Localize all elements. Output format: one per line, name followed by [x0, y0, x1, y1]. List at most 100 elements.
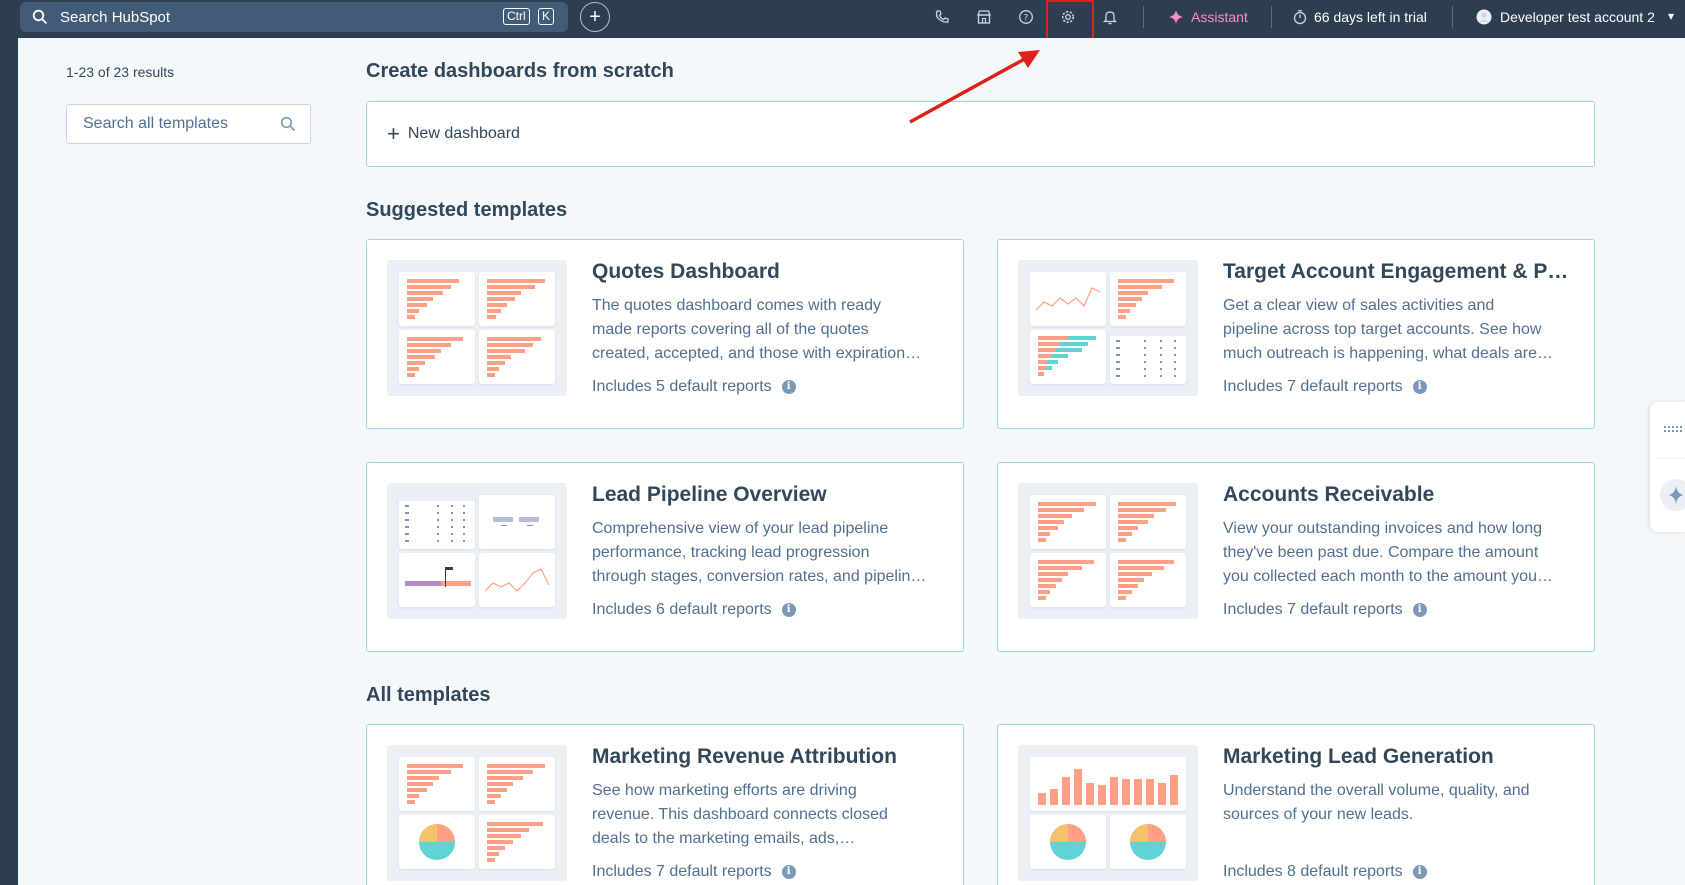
template-card-target-account[interactable]: Target Account Engagement & Pi… Get a cl… [997, 239, 1595, 429]
card-report-count: Includes 8 default reports i [1223, 863, 1427, 881]
template-thumbnail [387, 483, 567, 619]
mini-table [1110, 330, 1186, 384]
assistant-button[interactable]: Assistant [1191, 9, 1248, 25]
notifications-icon[interactable] [1100, 7, 1120, 27]
template-card-accounts-receivable[interactable]: Accounts Receivable View your outstandin… [997, 462, 1595, 652]
create-new-button[interactable]: + [580, 2, 610, 32]
card-description-line: Comprehensive view of your lead pipeline [592, 520, 889, 537]
plus-icon: + [387, 121, 400, 146]
template-thumbnail [1018, 260, 1198, 396]
template-thumbnail [1018, 483, 1198, 619]
card-description: Get a clear view of sales activities and… [1223, 294, 1573, 366]
mini-pie-chart [1030, 815, 1106, 869]
kbd-k: K [538, 8, 555, 25]
mini-bar-chart [479, 757, 555, 811]
nav-divider [1452, 6, 1453, 28]
card-title: Marketing Lead Generation [1223, 745, 1494, 768]
card-description-line: much outreach is happening, what deals a… [1223, 345, 1553, 362]
mini-kpi-chart [479, 495, 555, 549]
mini-bar-chart [1030, 553, 1106, 607]
mini-line-chart [1030, 272, 1106, 326]
mini-line-chart [479, 553, 555, 607]
mini-bar-chart [1110, 553, 1186, 607]
marketplace-icon[interactable] [974, 7, 994, 27]
mini-bar-chart [479, 330, 555, 384]
section-title-scratch: Create dashboards from scratch [366, 60, 674, 82]
template-thumbnail [387, 745, 567, 881]
sparkle-icon [1166, 7, 1186, 27]
card-report-count: Includes 7 default reports i [592, 863, 796, 881]
card-title: Accounts Receivable [1223, 483, 1435, 506]
mini-pie-chart [1110, 815, 1186, 869]
card-report-count: Includes 7 default reports i [1223, 378, 1427, 396]
card-report-count-label: Includes 7 default reports [1223, 378, 1403, 395]
main-content: 1-23 of 23 results Search all templates … [18, 38, 1685, 885]
card-description-line: Understand the overall volume, quality, … [1223, 782, 1530, 799]
card-description: See how marketing efforts are driving re… [592, 779, 942, 851]
template-card-lead-pipeline[interactable]: Lead Pipeline Overview Comprehensive vie… [366, 462, 964, 652]
card-description-line: Get a clear view of sales activities and [1223, 297, 1495, 314]
info-icon[interactable]: i [781, 380, 796, 394]
card-description: The quotes dashboard comes with ready ma… [592, 294, 942, 366]
info-icon[interactable]: i [1412, 603, 1427, 617]
section-title-all: All templates [366, 684, 491, 706]
mini-stacked-bar-chart [1030, 330, 1106, 384]
card-description-line: sources of your new leads. [1223, 806, 1414, 823]
mini-bar-chart [1030, 495, 1106, 549]
template-thumbnail [1018, 745, 1198, 881]
card-description-line: View your outstanding invoices and how l… [1223, 520, 1543, 537]
card-description-line: See how marketing efforts are driving [592, 782, 857, 799]
side-panel-tab[interactable] [1650, 402, 1685, 532]
card-title: Lead Pipeline Overview [592, 483, 827, 506]
template-thumbnail [387, 260, 567, 396]
trial-status[interactable]: 66 days left in trial [1314, 9, 1427, 25]
top-navigation: Search HubSpot Ctrl K + ? Assistant 66 d… [0, 0, 1685, 34]
template-card-marketing-lead-gen[interactable]: Marketing Lead Generation Understand the… [997, 724, 1595, 885]
section-title-suggested: Suggested templates [366, 199, 568, 221]
card-title: Target Account Engagement & Pi… [1223, 260, 1573, 283]
info-icon[interactable]: i [781, 603, 796, 617]
info-icon[interactable]: i [1412, 380, 1427, 394]
mini-pie-chart [399, 815, 475, 869]
mini-bar-chart [399, 272, 475, 326]
card-description-line: they've been past due. Compare the amoun… [1223, 544, 1539, 561]
card-description-line: you collected each month to the amount y… [1223, 568, 1553, 585]
mini-bar-chart [1110, 495, 1186, 549]
help-icon[interactable]: ? [1016, 7, 1036, 27]
mini-bar-chart [399, 330, 475, 384]
phone-icon[interactable] [932, 7, 952, 27]
timer-icon [1290, 7, 1310, 27]
card-description-line: deals to the marketing emails, ads,… [592, 830, 856, 847]
template-card-marketing-revenue[interactable]: Marketing Revenue Attribution See how ma… [366, 724, 964, 885]
new-dashboard-button[interactable]: + New dashboard [366, 101, 1595, 167]
mini-bar-chart [479, 815, 555, 869]
card-description-line: revenue. This dashboard connects closed [592, 806, 888, 823]
new-dashboard-label: New dashboard [407, 125, 520, 142]
template-search-input[interactable]: Search all templates [66, 104, 311, 144]
card-report-count-label: Includes 7 default reports [1223, 601, 1403, 618]
info-icon[interactable]: i [781, 865, 796, 879]
card-report-count: Includes 6 default reports i [592, 601, 796, 619]
mini-bar-chart [399, 757, 475, 811]
template-card-quotes[interactable]: Quotes Dashboard The quotes dashboard co… [366, 239, 964, 429]
info-icon[interactable]: i [1412, 865, 1427, 879]
card-description: Comprehensive view of your lead pipeline… [592, 517, 942, 589]
search-icon [32, 9, 48, 25]
card-report-count-label: Includes 8 default reports [1223, 863, 1403, 880]
card-description-line: pipeline across top target accounts. See… [1223, 321, 1542, 338]
chevron-down-icon[interactable]: ▾ [1668, 9, 1674, 23]
mini-bar-chart [479, 272, 555, 326]
account-menu[interactable]: Developer test account 2 [1500, 9, 1655, 25]
card-description-line: made reports covering all of the quotes [592, 321, 869, 338]
mini-table [399, 495, 475, 549]
mini-column-chart [1030, 757, 1186, 811]
global-search-bar[interactable]: Search HubSpot Ctrl K [20, 2, 568, 32]
avatar[interactable] [1474, 7, 1494, 27]
nav-divider [1143, 6, 1144, 28]
card-title: Marketing Revenue Attribution [592, 745, 897, 768]
mini-progress-chart [399, 553, 475, 607]
mini-bar-chart [1110, 272, 1186, 326]
card-description: Understand the overall volume, quality, … [1223, 779, 1573, 851]
search-icon [280, 116, 296, 132]
card-report-count: Includes 7 default reports i [1223, 601, 1427, 619]
